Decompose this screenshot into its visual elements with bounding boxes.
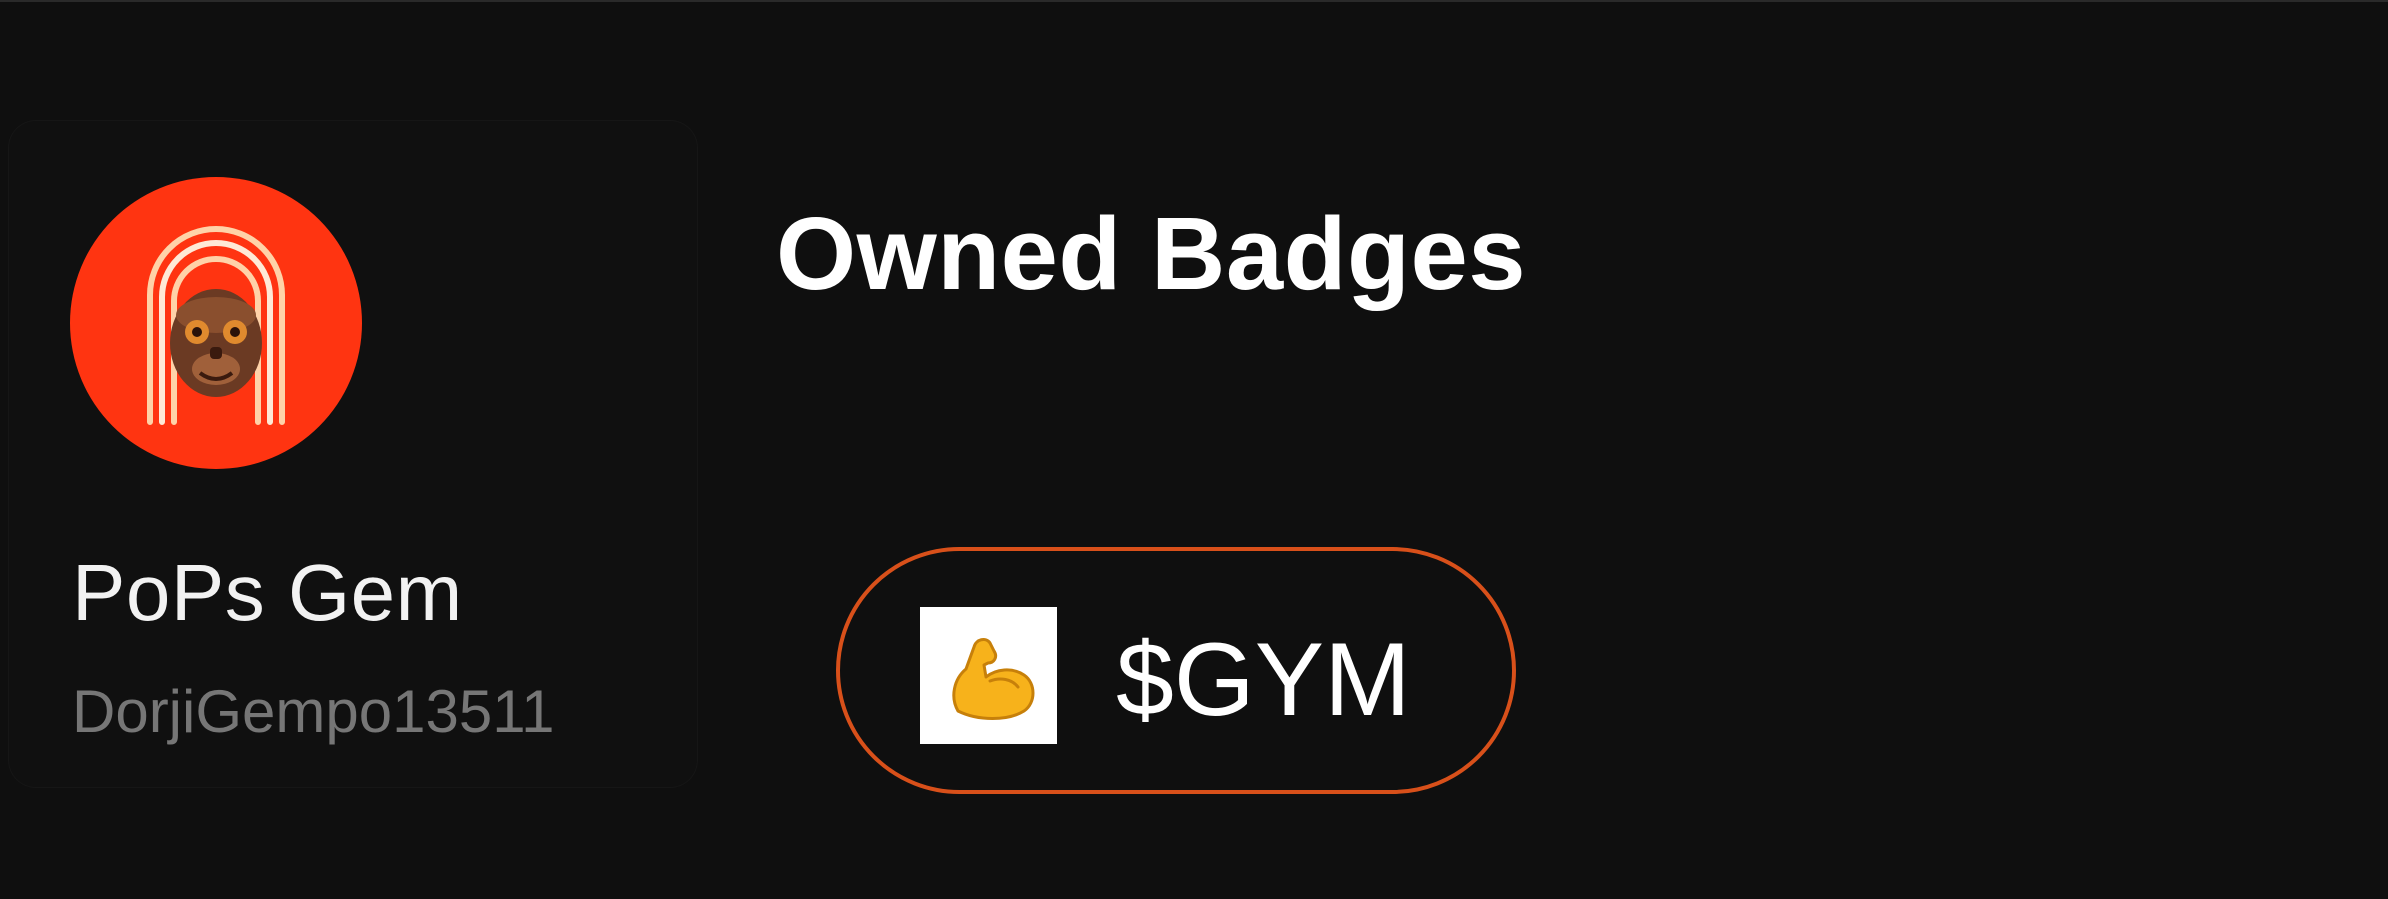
monkey-mask-arches-icon bbox=[147, 226, 285, 425]
badge-gym[interactable]: $GYM bbox=[836, 547, 1516, 794]
avatar[interactable] bbox=[70, 177, 362, 469]
badge-label: $GYM bbox=[1116, 622, 1411, 738]
page: PoPs Gem DorjiGempo13511 Owned Badges $G… bbox=[0, 0, 2388, 899]
section-title: Owned Badges bbox=[776, 196, 1527, 311]
display-name: PoPs Gem bbox=[72, 548, 463, 637]
flexed-biceps-icon bbox=[920, 607, 1057, 744]
username: DorjiGempo13511 bbox=[72, 678, 555, 745]
